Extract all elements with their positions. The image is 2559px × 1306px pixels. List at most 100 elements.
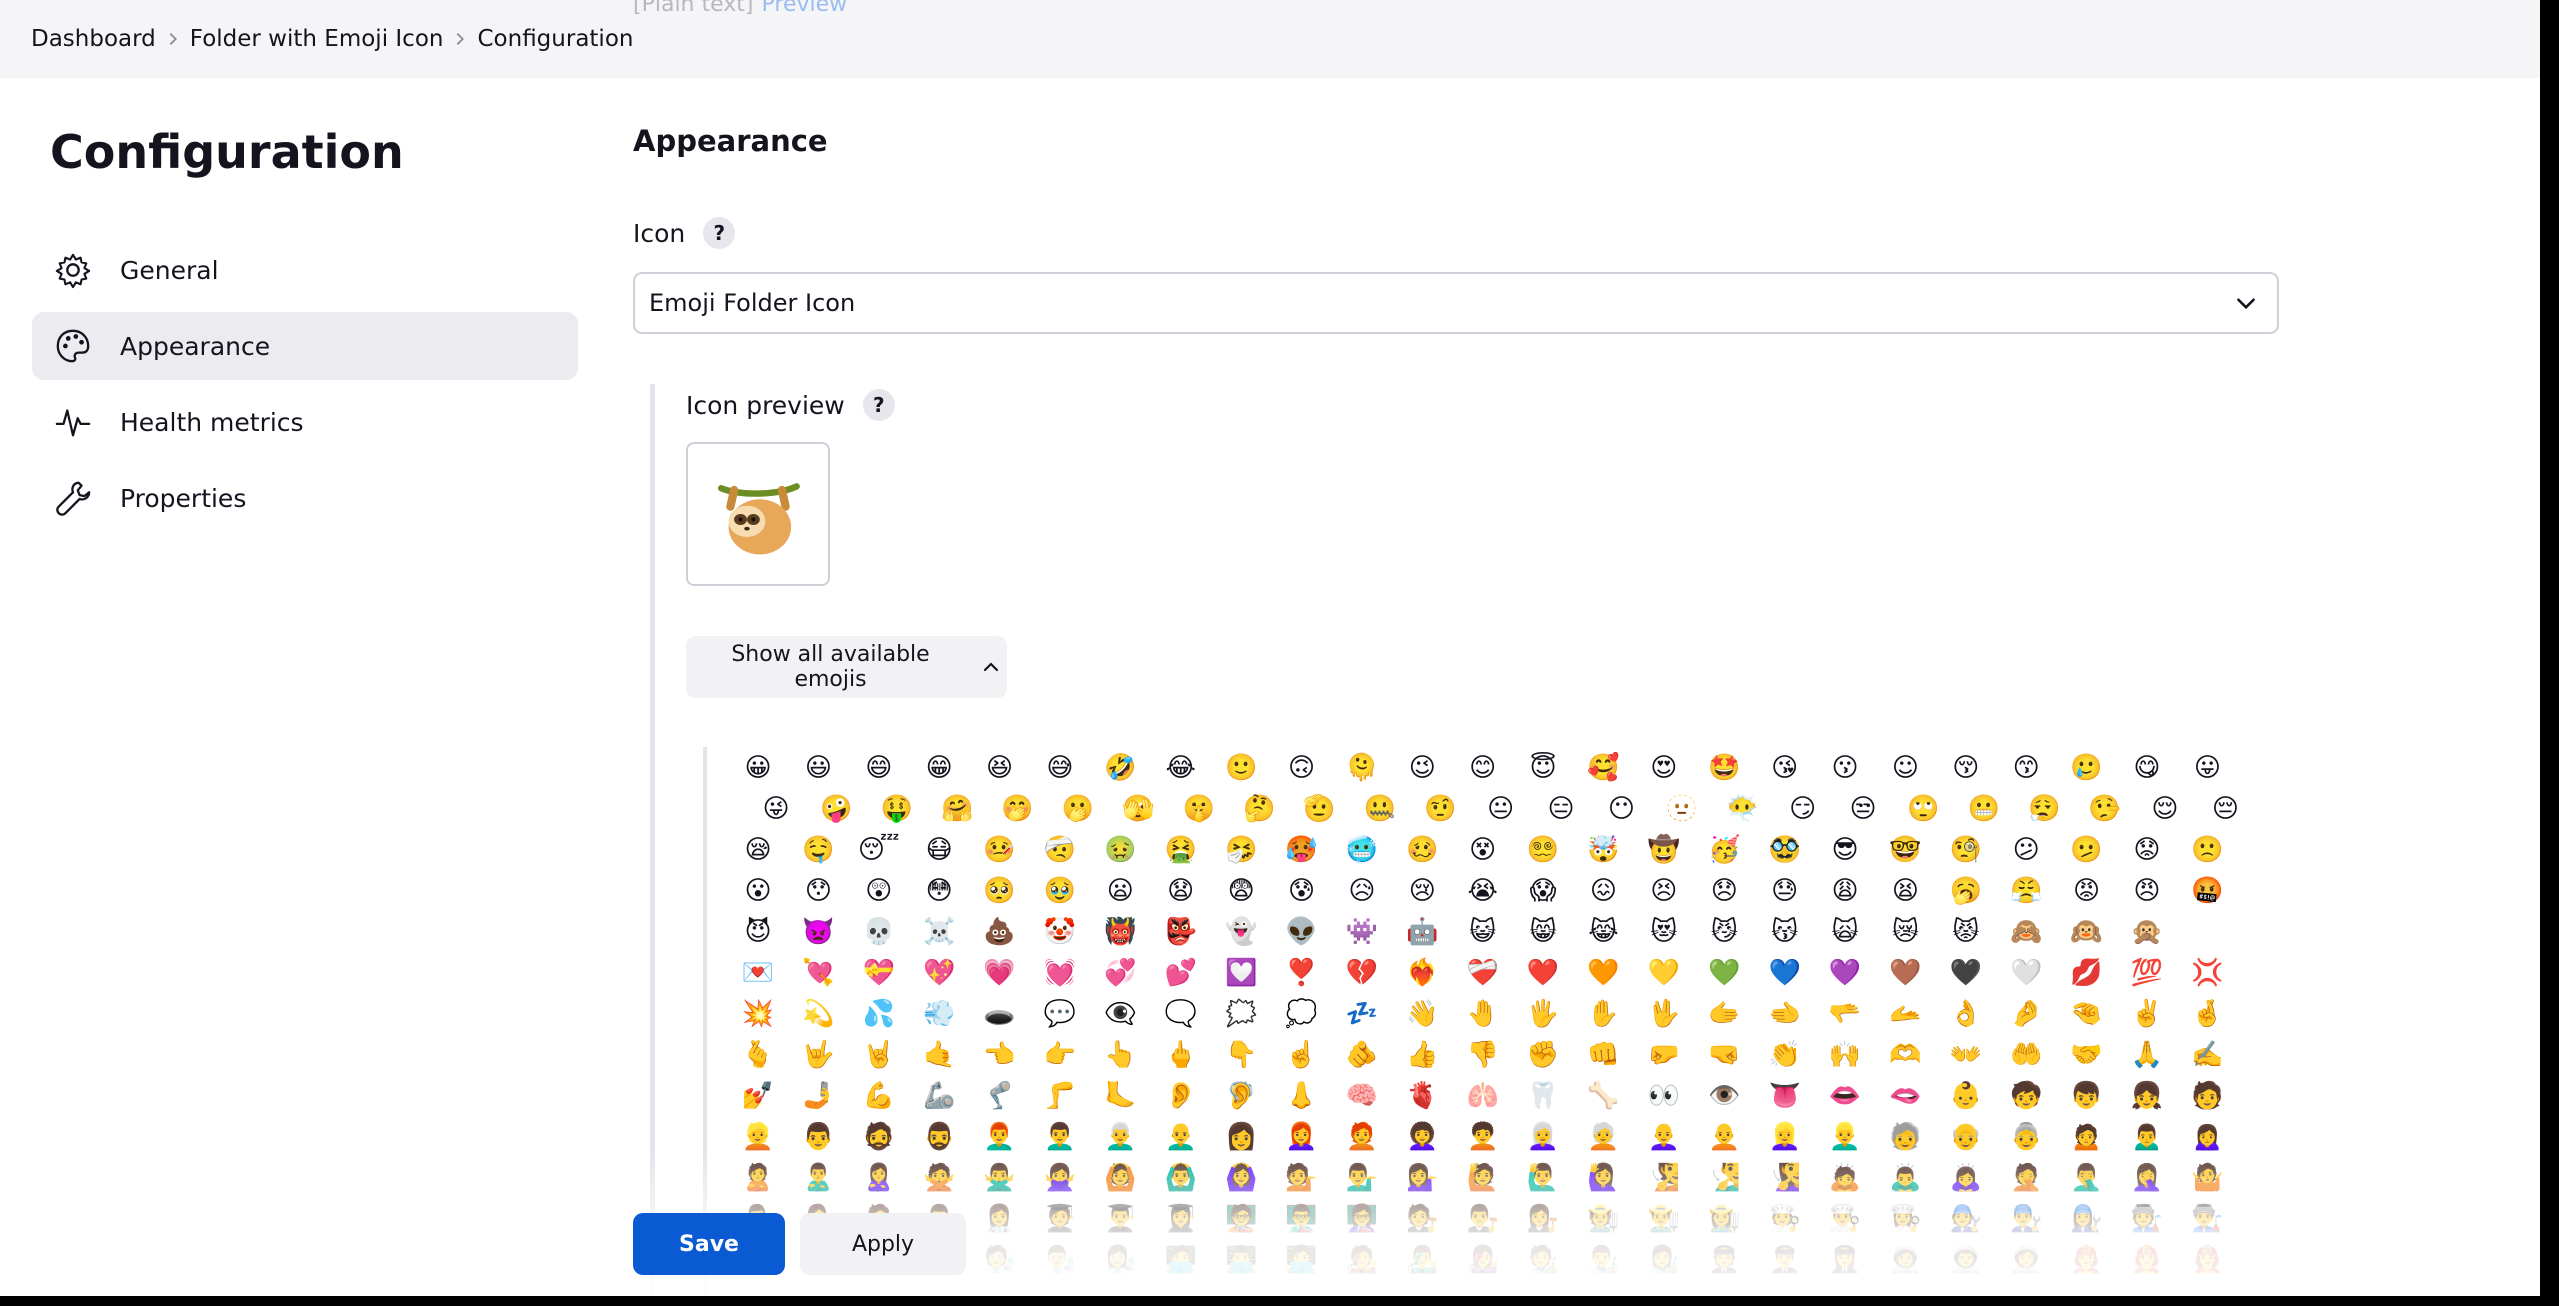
emoji-option[interactable]: 👈 — [982, 1037, 1018, 1073]
emoji-option[interactable]: 🙇 — [1827, 1160, 1863, 1196]
emoji-option[interactable]: 🙏 — [2129, 1037, 2165, 1073]
emoji-option[interactable]: 🤐 — [1362, 791, 1398, 827]
emoji-option[interactable]: 🥲 — [2069, 750, 2105, 786]
emoji-option[interactable]: 🙋 — [1465, 1160, 1501, 1196]
emoji-option[interactable]: 🦶 — [1102, 1078, 1138, 1114]
emoji-option[interactable]: 🤨 — [1422, 791, 1458, 827]
emoji-option[interactable]: 👨‍💻 — [1223, 1242, 1259, 1278]
emoji-option[interactable]: 🧑‍🔬 — [982, 1242, 1018, 1278]
emoji-option[interactable]: 😧 — [1163, 873, 1199, 909]
emoji-option[interactable]: 😈 — [740, 914, 776, 950]
emoji-option[interactable]: 👩 — [1223, 1119, 1259, 1155]
emoji-option[interactable]: 👩‍🌾 — [1706, 1201, 1742, 1237]
emoji-option[interactable]: 😨 — [1223, 873, 1259, 909]
emoji-option[interactable]: 🦾 — [921, 1078, 957, 1114]
emoji-option[interactable]: 🤧 — [1223, 832, 1259, 868]
emoji-option[interactable]: 🗯️ — [1223, 996, 1259, 1032]
emoji-option[interactable]: 🙅‍♂️ — [982, 1160, 1018, 1196]
emoji-option[interactable]: 💘 — [800, 955, 836, 991]
emoji-option[interactable]: 🙆 — [1102, 1160, 1138, 1196]
save-button[interactable]: Save — [633, 1213, 785, 1275]
emoji-option[interactable]: 👩‍🎨 — [1646, 1242, 1682, 1278]
emoji-option[interactable]: 👨‍🚒 — [2129, 1242, 2165, 1278]
emoji-option[interactable]: 👩‍🍳 — [1887, 1201, 1923, 1237]
emoji-option[interactable]: 😐 — [1483, 791, 1519, 827]
emoji-option[interactable]: 👨‍🔧 — [2008, 1201, 2044, 1237]
emoji-option[interactable]: 🦴 — [1585, 1078, 1621, 1114]
emoji-option[interactable]: 🙄 — [1905, 791, 1941, 827]
emoji-option[interactable]: 🙌 — [1827, 1037, 1863, 1073]
emoji-option[interactable]: 😱 — [1525, 873, 1561, 909]
emoji-option[interactable]: 🥰 — [1585, 750, 1621, 786]
emoji-option[interactable]: 🧑‍🎨 — [1525, 1242, 1561, 1278]
emoji-option[interactable]: 💭 — [1284, 996, 1320, 1032]
emoji-option[interactable]: 🧔 — [861, 1119, 897, 1155]
emoji-option[interactable]: 😪 — [740, 832, 776, 868]
emoji-option[interactable]: 🧏‍♀️ — [1767, 1160, 1803, 1196]
emoji-option[interactable]: 🤣 — [1102, 750, 1138, 786]
emoji-option[interactable]: 👺 — [1163, 914, 1199, 950]
emoji-option[interactable]: 👩‍⚕️ — [982, 1201, 1018, 1237]
emoji-option[interactable]: ✌️ — [2129, 996, 2165, 1032]
emoji-option[interactable]: 🫳 — [1827, 996, 1863, 1032]
emoji-option[interactable]: 😬 — [1966, 791, 2002, 827]
sidebar-item-properties[interactable]: Properties — [32, 464, 578, 532]
emoji-option[interactable]: 😺 — [1465, 914, 1501, 950]
emoji-option[interactable]: 💩 — [982, 914, 1018, 950]
emoji-option[interactable]: 🤗 — [939, 791, 975, 827]
emoji-option[interactable]: 👨‍🦳 — [1102, 1119, 1138, 1155]
emoji-option[interactable]: ✍️ — [2189, 1037, 2225, 1073]
emoji-option[interactable]: 🫴 — [1887, 996, 1923, 1032]
emoji-option[interactable]: 😏 — [1785, 791, 1821, 827]
emoji-option[interactable]: 🤛 — [1646, 1037, 1682, 1073]
emoji-option[interactable]: 😋 — [2129, 750, 2165, 786]
emoji-option[interactable]: 💤 — [1344, 996, 1380, 1032]
emoji-option[interactable]: 👆 — [1102, 1037, 1138, 1073]
emoji-option[interactable]: 😦 — [1102, 873, 1138, 909]
emoji-option[interactable]: 😊 — [1465, 750, 1501, 786]
emoji-option[interactable]: 😮 — [740, 873, 776, 909]
emoji-option[interactable]: 🫦 — [1887, 1078, 1923, 1114]
emoji-option[interactable]: 👹 — [1102, 914, 1138, 950]
emoji-option[interactable]: 💅 — [740, 1078, 776, 1114]
emoji-option[interactable]: 🫰 — [740, 1037, 776, 1073]
emoji-option[interactable]: 🧏‍♂️ — [1706, 1160, 1742, 1196]
emoji-option[interactable]: 👨‍⚖️ — [1465, 1201, 1501, 1237]
emoji-option[interactable]: 👻 — [1223, 914, 1259, 950]
apply-button[interactable]: Apply — [800, 1213, 966, 1275]
emoji-option[interactable]: 👾 — [1344, 914, 1380, 950]
emoji-option[interactable]: 🥴 — [1404, 832, 1440, 868]
emoji-option[interactable]: 😖 — [1585, 873, 1621, 909]
show-all-emojis-toggle[interactable]: Show all available emojis — [686, 636, 1007, 698]
emoji-option[interactable]: 👵 — [2008, 1119, 2044, 1155]
emoji-option[interactable]: 🙋‍♂️ — [1525, 1160, 1561, 1196]
emoji-option[interactable]: 🧑‍🏭 — [2129, 1201, 2165, 1237]
emoji-option[interactable]: 🧑‍🦰 — [1344, 1119, 1380, 1155]
emoji-option[interactable]: 🤬 — [2189, 873, 2225, 909]
emoji-option[interactable]: 👨‍🏫 — [1284, 1201, 1320, 1237]
emoji-option[interactable]: 🫲 — [1767, 996, 1803, 1032]
emoji-option[interactable]: 🧒 — [2008, 1078, 2044, 1114]
emoji-option[interactable]: 🧑‍🍳 — [1767, 1201, 1803, 1237]
emoji-option[interactable]: 💚 — [1706, 955, 1742, 991]
emoji-option[interactable]: 😞 — [1706, 873, 1742, 909]
help-icon[interactable]: ? — [703, 217, 736, 249]
emoji-option[interactable]: 😠 — [2129, 873, 2165, 909]
emoji-option[interactable]: 🤥 — [2087, 791, 2123, 827]
emoji-option[interactable]: 😟 — [2129, 832, 2165, 868]
emoji-option[interactable]: ❤️‍🔥 — [1404, 955, 1440, 991]
emoji-option[interactable]: 👽 — [1284, 914, 1320, 950]
emoji-option[interactable]: 🤲 — [2008, 1037, 2044, 1073]
emoji-option[interactable]: 💬 — [1042, 996, 1078, 1032]
emoji-option[interactable]: 🤤 — [800, 832, 836, 868]
emoji-option[interactable]: 🙆‍♀️ — [1223, 1160, 1259, 1196]
emoji-option[interactable]: 😑 — [1543, 791, 1579, 827]
emoji-option[interactable]: 🤡 — [1042, 914, 1078, 950]
emoji-option[interactable]: 🦻 — [1223, 1078, 1259, 1114]
emoji-option[interactable]: 😆 — [982, 750, 1018, 786]
emoji-option[interactable]: 😷 — [921, 832, 957, 868]
emoji-option[interactable]: 🙍‍♀️ — [2189, 1119, 2225, 1155]
emoji-option[interactable]: 👨‍🚀 — [1948, 1242, 1984, 1278]
emoji-option[interactable]: 👁️‍🗨️ — [1102, 996, 1138, 1032]
emoji-option[interactable]: 👨‍🌾 — [1646, 1201, 1682, 1237]
